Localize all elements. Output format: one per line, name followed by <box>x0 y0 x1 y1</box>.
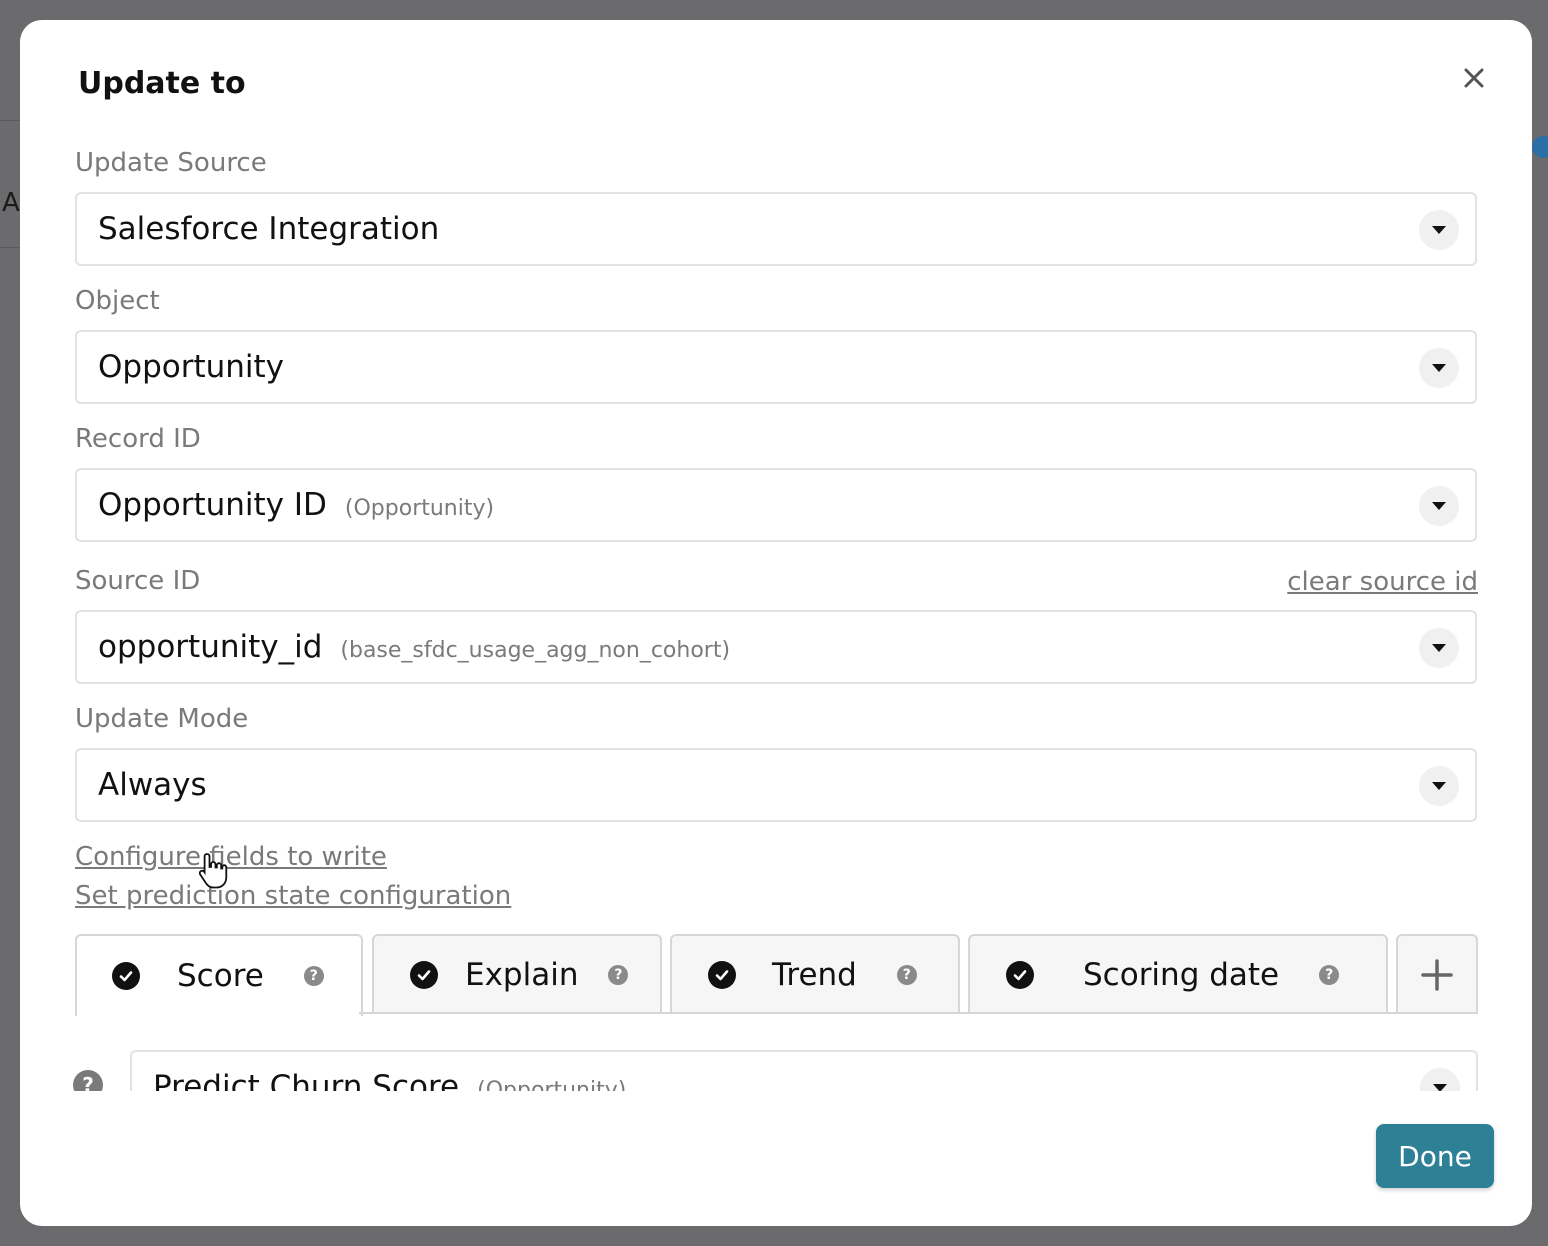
update-mode-select[interactable]: Always <box>75 748 1477 822</box>
check-circle-icon <box>112 962 140 990</box>
object-value: Opportunity <box>98 349 285 385</box>
object-dropdown-button[interactable] <box>1419 348 1459 388</box>
help-icon[interactable]: ? <box>73 1070 103 1091</box>
help-icon[interactable]: ? <box>896 965 917 985</box>
configure-fields-link[interactable]: Configure fields to write <box>75 842 387 872</box>
close-icon <box>1464 68 1484 88</box>
chevron-down-icon <box>1432 364 1446 372</box>
update-source-value: Salesforce Integration <box>98 211 440 247</box>
modal-title: Update to <box>78 66 246 101</box>
tab-score[interactable]: Score ? <box>75 934 363 1016</box>
prediction-state-link[interactable]: Set prediction state configuration <box>75 881 511 911</box>
object-select[interactable]: Opportunity <box>75 330 1477 404</box>
source-id-label: Source ID <box>75 566 201 596</box>
chevron-down-icon <box>1433 1084 1447 1091</box>
tab-score-label: Score <box>177 958 264 994</box>
object-label: Object <box>75 286 160 316</box>
record-id-object: (Opportunity) <box>344 495 495 521</box>
backdrop-table-row <box>0 120 20 248</box>
help-icon[interactable]: ? <box>303 966 324 986</box>
update-source-select[interactable]: Salesforce Integration <box>75 192 1477 266</box>
update-mode-dropdown-button[interactable] <box>1419 766 1459 806</box>
source-id-table: (base_sfdc_usage_agg_non_cohort) <box>340 637 731 663</box>
source-id-dropdown-button[interactable] <box>1419 628 1459 668</box>
update-mode-label: Update Mode <box>75 704 249 734</box>
tab-scoring-date-label: Scoring date <box>1083 957 1280 993</box>
chevron-down-icon <box>1432 502 1446 510</box>
close-button[interactable] <box>1456 60 1492 96</box>
record-id-label: Record ID <box>75 424 201 454</box>
chevron-down-icon <box>1432 644 1446 652</box>
check-circle-icon <box>410 961 438 989</box>
active-tab-gap <box>77 1010 359 1016</box>
record-id-select[interactable]: Opportunity ID (Opportunity) <box>75 468 1477 542</box>
record-id-value: Opportunity ID <box>98 487 327 523</box>
field-mapping-list[interactable]: ? Predict Churn Score (Opportunity) <box>60 1044 1500 1091</box>
chevron-down-icon <box>1432 226 1446 234</box>
plus-icon <box>1421 959 1453 991</box>
update-source-dropdown-button[interactable] <box>1419 210 1459 250</box>
help-icon[interactable]: ? <box>608 965 629 985</box>
tab-explain-label: Explain <box>465 957 579 993</box>
mapping-field-dropdown-button[interactable] <box>1420 1068 1460 1091</box>
backdrop-text: A <box>2 188 20 218</box>
source-id-value: opportunity_id <box>98 629 323 665</box>
help-icon[interactable]: ? <box>1319 965 1340 985</box>
chevron-down-icon <box>1432 782 1446 790</box>
pointer-cursor-icon <box>198 853 228 889</box>
add-tab-button[interactable] <box>1396 934 1478 1014</box>
tab-scoring-date[interactable]: Scoring date ? <box>968 934 1388 1014</box>
mapping-field-select[interactable]: Predict Churn Score (Opportunity) <box>130 1050 1478 1091</box>
backdrop-badge <box>1532 136 1548 158</box>
mapping-field-value: Predict Churn Score <box>153 1069 460 1091</box>
tab-trend[interactable]: Trend ? <box>670 934 960 1014</box>
check-circle-icon <box>1006 961 1034 989</box>
tab-trend-label: Trend <box>772 957 857 993</box>
clear-source-id-link[interactable]: clear source id <box>1287 567 1478 597</box>
update-mode-value: Always <box>98 767 207 803</box>
record-id-dropdown-button[interactable] <box>1419 486 1459 526</box>
check-circle-icon <box>708 961 736 989</box>
mapping-field-object: (Opportunity) <box>477 1077 627 1092</box>
update-to-modal: Update to Update Source Salesforce Integ… <box>20 20 1532 1226</box>
tab-explain[interactable]: Explain ? <box>372 934 662 1014</box>
done-button[interactable]: Done <box>1376 1124 1494 1188</box>
source-id-select[interactable]: opportunity_id (base_sfdc_usage_agg_non_… <box>75 610 1477 684</box>
update-source-label: Update Source <box>75 148 267 178</box>
